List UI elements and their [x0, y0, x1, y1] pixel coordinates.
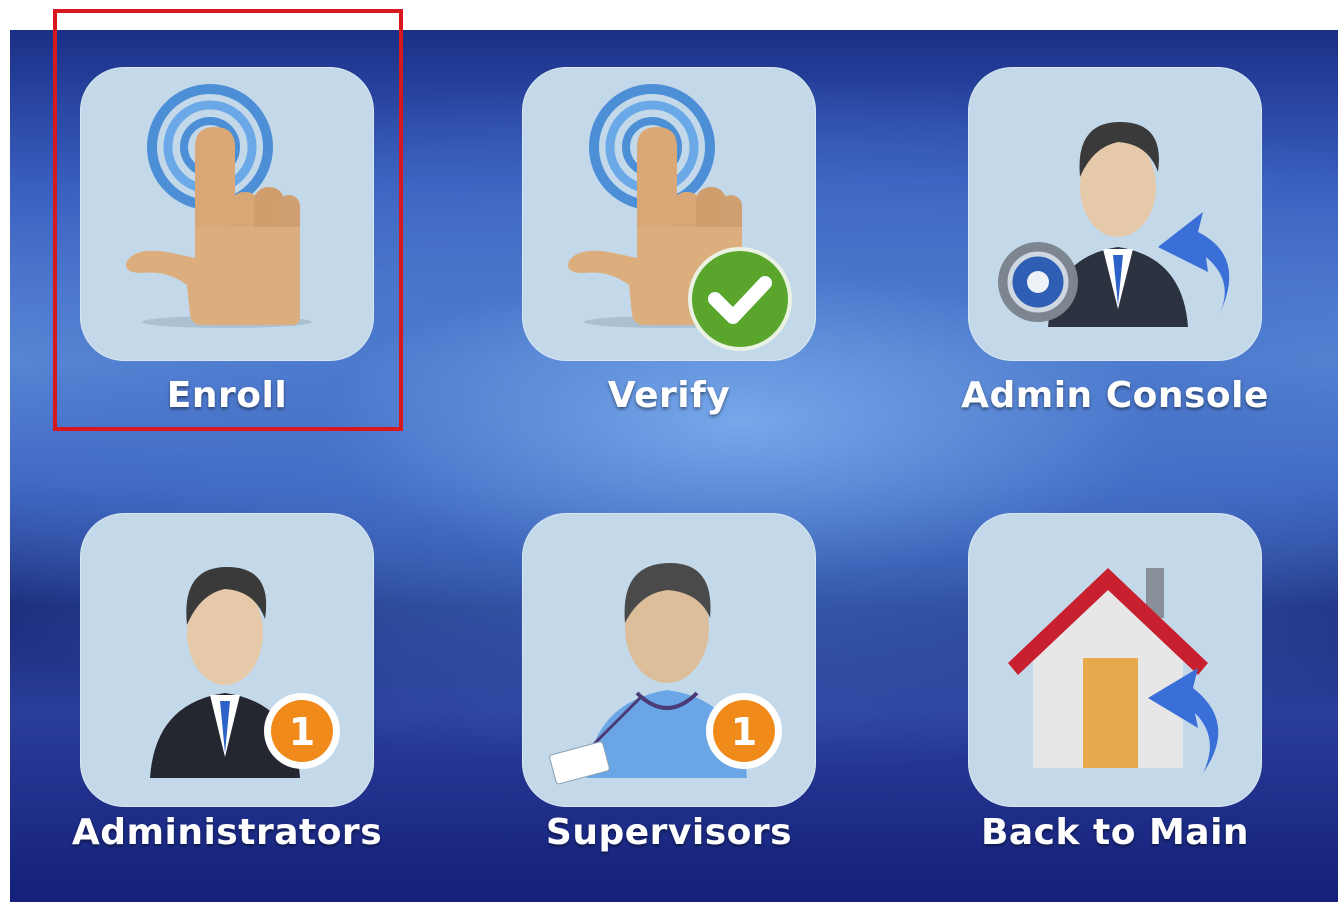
supervisors-label: Supervisors [545, 812, 793, 853]
back-to-main-button[interactable] [968, 513, 1262, 807]
admin-console-button[interactable] [968, 67, 1262, 361]
fingerprint-touch-icon [126, 84, 312, 328]
back-to-main-label: Back to Main [980, 812, 1250, 853]
enroll-label: Enroll [166, 375, 288, 416]
verify-button[interactable] [522, 67, 816, 361]
administrators-badge: 1 [289, 710, 315, 754]
admin-console-icon [998, 122, 1230, 327]
supervisors-badge: 1 [731, 710, 757, 754]
administrator-icon: 1 [150, 567, 340, 778]
administrators-button[interactable]: 1 [80, 513, 374, 807]
administrators-label: Administrators [71, 812, 383, 853]
screen: Enroll Verify Admin Console 1 Administra… [10, 30, 1338, 902]
home-back-icon [1008, 568, 1219, 773]
supervisors-button[interactable]: 1 [522, 513, 816, 807]
admin-console-label: Admin Console [961, 375, 1269, 416]
supervisor-icon: 1 [549, 563, 782, 785]
verify-label: Verify [607, 375, 731, 416]
enroll-button[interactable] [80, 67, 374, 361]
fingerprint-verify-icon [568, 84, 792, 351]
